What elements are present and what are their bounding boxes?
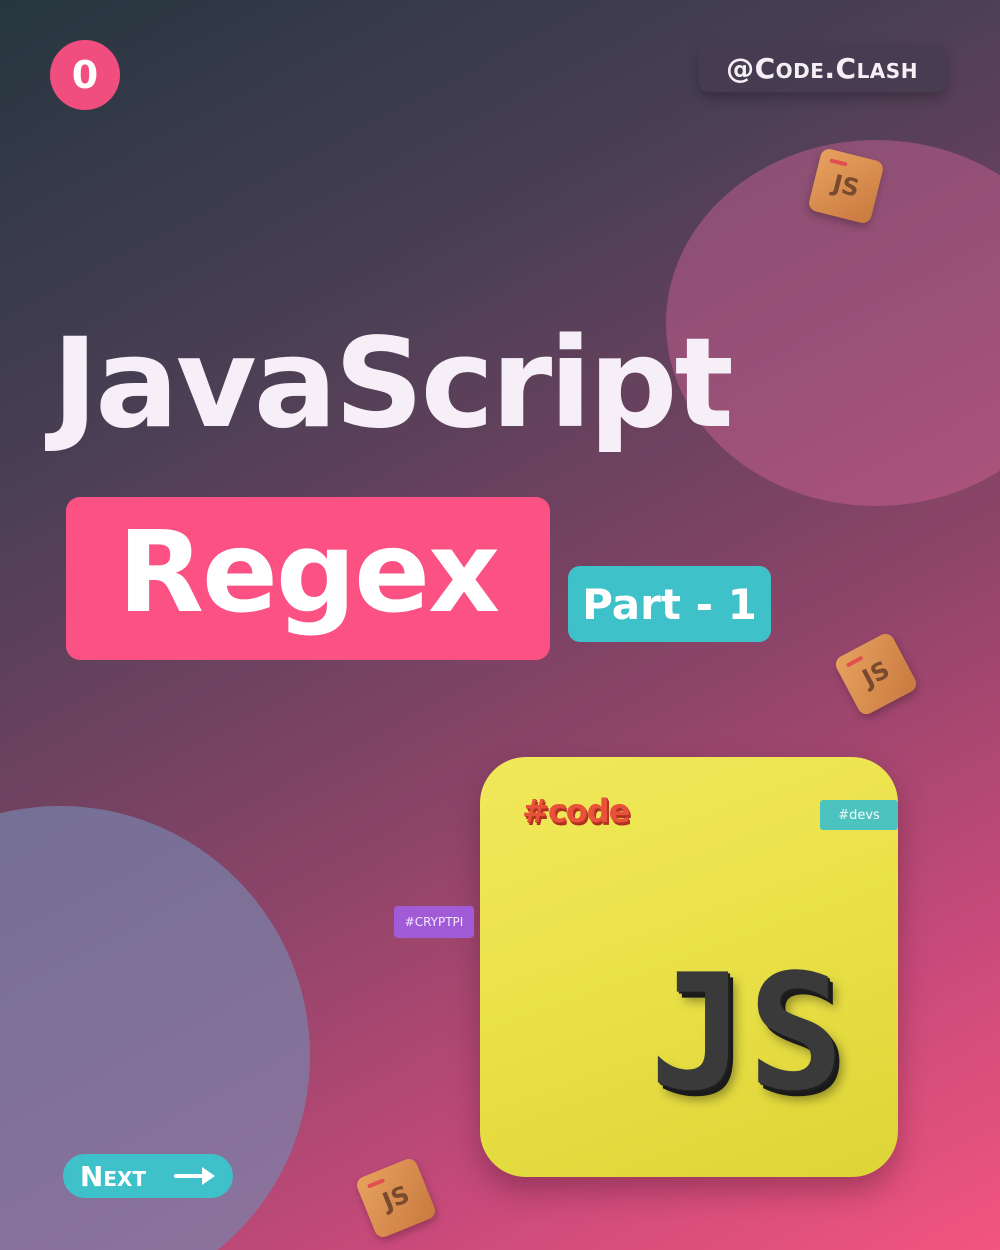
js-logo-text: JS xyxy=(649,939,846,1126)
subtitle-box: Regex xyxy=(66,497,550,660)
title: JavaScript xyxy=(52,312,734,456)
author-handle: @Code.Clash xyxy=(698,44,946,92)
subtitle: Regex xyxy=(117,507,501,638)
tag-code: #code xyxy=(522,792,630,830)
next-label: Next xyxy=(79,1159,147,1193)
next-button[interactable]: Next xyxy=(63,1154,233,1198)
js-cube-icon: JS xyxy=(354,1156,438,1240)
arrow-right-icon xyxy=(174,1167,216,1185)
js-cube-icon: JS xyxy=(832,630,920,718)
slide: 0 @Code.Clash JS JS JavaScript Regex Par… xyxy=(0,0,1000,1250)
tag-devs: #devs xyxy=(820,800,898,830)
tag-crypt: #CRYPTPI xyxy=(394,906,474,938)
part-badge: Part - 1 xyxy=(568,566,771,642)
page-number-badge: 0 xyxy=(50,40,120,110)
